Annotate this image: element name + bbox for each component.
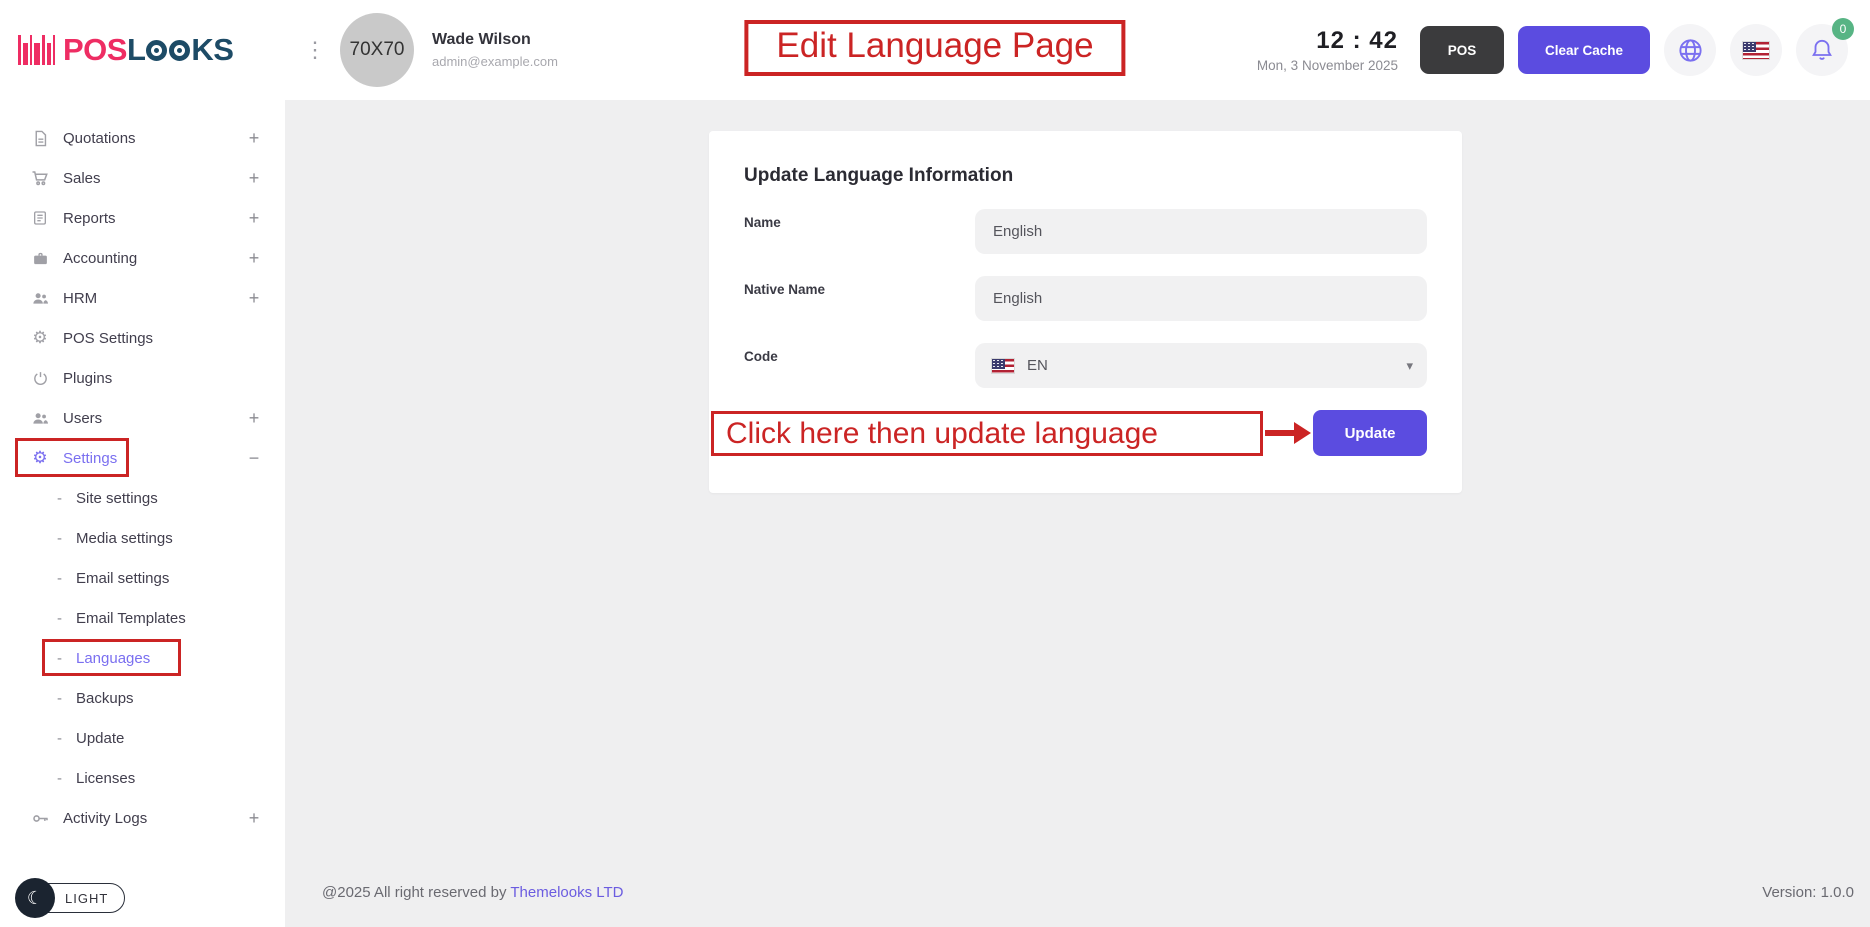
version-label: Version: 1.0.0 xyxy=(1762,884,1854,901)
document-icon xyxy=(30,130,50,147)
user-email: admin@example.com xyxy=(432,54,558,69)
main-content: Update Language Information Name Native … xyxy=(285,100,1870,927)
sidebar-subitem-licenses[interactable]: - Licenses xyxy=(0,758,285,798)
expand-icon[interactable]: + xyxy=(247,248,261,269)
us-flag-icon xyxy=(1742,41,1770,60)
sidebar-item-sales[interactable]: Sales + xyxy=(0,158,285,198)
name-field-row: Name xyxy=(744,209,1427,254)
clock: 12 : 42 Mon, 3 November 2025 xyxy=(1257,27,1398,73)
briefcase-icon xyxy=(30,250,50,267)
theme-toggle[interactable]: ☾ LIGHT xyxy=(16,883,125,913)
expand-icon[interactable]: + xyxy=(247,208,261,229)
sidebar-subitem-media-settings[interactable]: - Media settings xyxy=(0,518,285,558)
update-language-card: Update Language Information Name Native … xyxy=(709,131,1462,493)
code-select[interactable]: EN ▾ xyxy=(975,343,1427,388)
vertical-dots-icon[interactable]: ⋮ xyxy=(304,39,326,61)
red-arrow-icon xyxy=(1265,421,1311,445)
time: 12 : 42 xyxy=(1257,27,1398,55)
locale-flag-button[interactable] xyxy=(1730,24,1782,76)
sidebar-item-pos-settings[interactable]: ⚙ POS Settings xyxy=(0,318,285,358)
logo-o-icon xyxy=(169,40,190,61)
sidebar-item-settings[interactable]: ⚙ Settings − xyxy=(0,438,285,478)
clear-cache-button[interactable]: Clear Cache xyxy=(1518,26,1650,74)
notifications-button[interactable]: 0 xyxy=(1796,24,1848,76)
edit-language-page-annotation: Edit Language Page xyxy=(744,20,1125,76)
sidebar-item-accounting[interactable]: Accounting + xyxy=(0,238,285,278)
sidebar-item-users[interactable]: Users + xyxy=(0,398,285,438)
expand-icon[interactable]: + xyxy=(247,168,261,189)
sidebar: Quotations + Sales + Reports + Accountin… xyxy=(0,100,285,927)
report-icon xyxy=(30,210,50,226)
users-icon xyxy=(30,409,50,428)
user-name: Wade Wilson xyxy=(432,31,558,49)
caret-down-icon: ▾ xyxy=(1406,358,1413,374)
logo-o-icon xyxy=(146,40,167,61)
gears-icon: ⚙ xyxy=(30,328,50,348)
date: Mon, 3 November 2025 xyxy=(1257,58,1398,73)
code-field-row: Code EN ▾ xyxy=(744,343,1427,388)
language-globe-button[interactable] xyxy=(1664,24,1716,76)
name-input[interactable] xyxy=(975,209,1427,254)
theme-toggle-label: LIGHT xyxy=(65,891,108,906)
pos-button[interactable]: POS xyxy=(1420,26,1504,74)
logo-text: POSLKS xyxy=(63,32,233,68)
expand-icon[interactable]: + xyxy=(247,808,261,829)
app-logo[interactable]: POSLKS xyxy=(0,32,300,68)
click-here-annotation: Click here then update language xyxy=(711,411,1263,456)
avatar[interactable]: 70X70 xyxy=(340,13,414,87)
native-name-field-row: Native Name xyxy=(744,276,1427,321)
key-icon xyxy=(30,809,50,828)
sidebar-item-hrm[interactable]: HRM + xyxy=(0,278,285,318)
card-title: Update Language Information xyxy=(744,131,1427,187)
expand-icon[interactable]: + xyxy=(247,408,261,429)
code-selected-value: EN xyxy=(1027,357,1048,374)
themelooks-link[interactable]: Themelooks LTD xyxy=(510,884,623,901)
sidebar-item-reports[interactable]: Reports + xyxy=(0,198,285,238)
sidebar-subitem-backups[interactable]: - Backups xyxy=(0,678,285,718)
us-flag-icon xyxy=(991,358,1015,374)
update-button[interactable]: Update xyxy=(1313,410,1427,456)
footer: @2025 All right reserved by Themelooks L… xyxy=(322,884,1854,901)
sidebar-item-plugins[interactable]: Plugins xyxy=(0,358,285,398)
native-name-input[interactable] xyxy=(975,276,1427,321)
collapse-icon[interactable]: − xyxy=(247,448,261,469)
globe-icon xyxy=(1677,37,1704,64)
cart-icon xyxy=(30,169,50,187)
sidebar-subitem-languages[interactable]: - Languages xyxy=(0,638,285,678)
bell-icon xyxy=(1809,37,1835,63)
user-info: Wade Wilson admin@example.com xyxy=(432,31,558,69)
sidebar-subitem-email-templates[interactable]: - Email Templates xyxy=(0,598,285,638)
expand-icon[interactable]: + xyxy=(247,288,261,309)
gears-icon: ⚙ xyxy=(30,448,50,468)
expand-icon[interactable]: + xyxy=(247,128,261,149)
copyright-text: @2025 All right reserved by Themelooks L… xyxy=(322,884,623,901)
people-icon xyxy=(30,289,50,308)
name-label: Name xyxy=(744,209,975,230)
top-header: POSLKS ⋮ 70X70 Wade Wilson admin@example… xyxy=(0,0,1870,100)
sidebar-item-quotations[interactable]: Quotations + xyxy=(0,118,285,158)
sidebar-subitem-update[interactable]: - Update xyxy=(0,718,285,758)
sidebar-subitem-email-settings[interactable]: - Email settings xyxy=(0,558,285,598)
code-label: Code xyxy=(744,343,975,364)
notification-count-badge: 0 xyxy=(1832,18,1854,40)
barcode-icon xyxy=(18,35,55,65)
sidebar-subitem-site-settings[interactable]: - Site settings xyxy=(0,478,285,518)
plugin-power-icon xyxy=(30,370,50,387)
sidebar-item-activity-logs[interactable]: Activity Logs + xyxy=(0,798,285,838)
moon-icon: ☾ xyxy=(15,878,55,918)
native-name-label: Native Name xyxy=(744,276,975,297)
